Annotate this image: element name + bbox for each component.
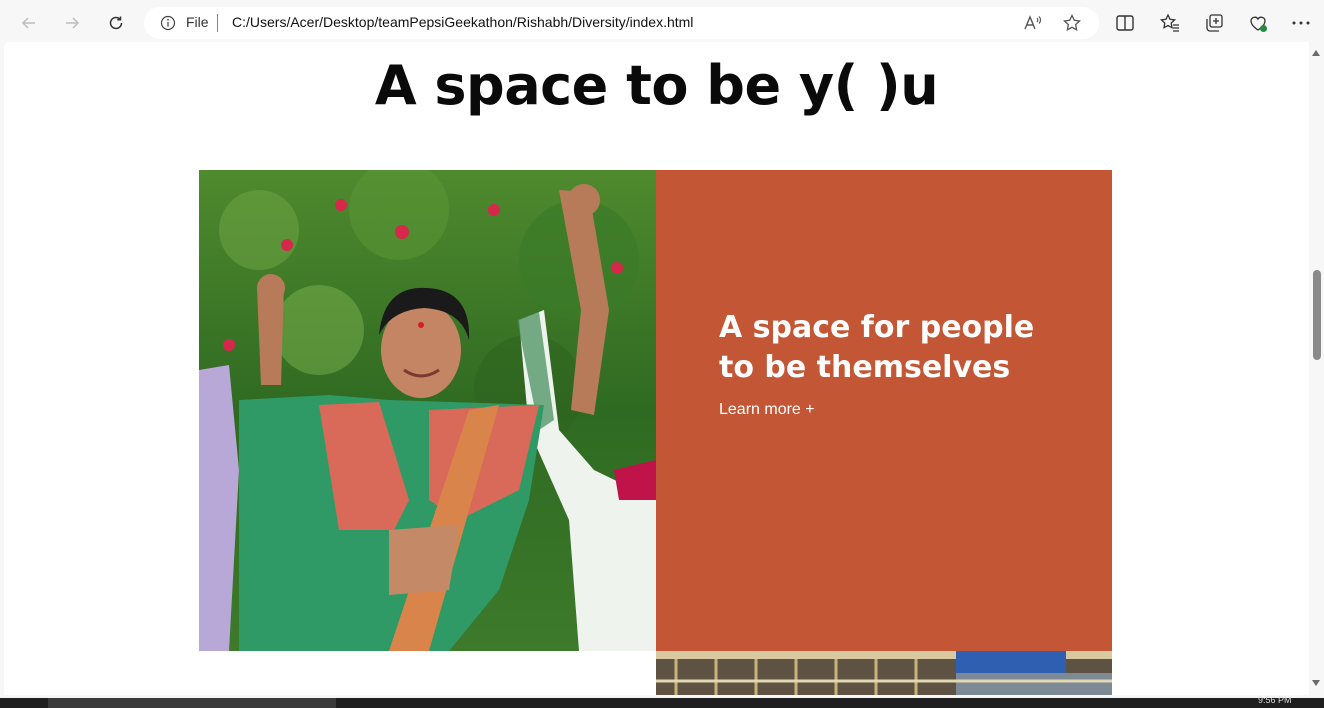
- split-screen-icon: [1116, 15, 1134, 31]
- favorites-icon: [1159, 13, 1179, 32]
- feature-panel: A space for people to be themselves Lear…: [656, 170, 1112, 651]
- back-button[interactable]: [14, 8, 44, 38]
- read-aloud-icon[interactable]: [1022, 13, 1042, 33]
- browser-toolbar: File C:/Users/Acer/Desktop/teamPepsiGeek…: [0, 0, 1324, 46]
- scroll-up-arrow-icon[interactable]: [1312, 50, 1320, 56]
- browser-essentials-button[interactable]: [1247, 12, 1269, 34]
- address-scheme-label: File: [186, 14, 209, 30]
- taskbar-clock: 9:56 PM: [1258, 695, 1292, 705]
- scroll-thumb[interactable]: [1313, 270, 1321, 360]
- page-headline: A space to be y( )u: [374, 54, 939, 117]
- more-button[interactable]: [1290, 12, 1312, 34]
- hero-photo: [199, 170, 656, 651]
- url-text[interactable]: C:/Users/Acer/Desktop/teamPepsiGeekathon…: [232, 14, 693, 30]
- page-viewport: A space to be y( )u A space for people t…: [4, 42, 1309, 695]
- collections-icon: [1206, 14, 1223, 32]
- info-icon[interactable]: [160, 15, 176, 31]
- browser-essentials-icon: [1250, 16, 1267, 32]
- scroll-down-arrow-icon[interactable]: [1312, 680, 1320, 686]
- refresh-button[interactable]: [101, 8, 131, 38]
- feature-title: A space for people to be themselves: [719, 310, 1035, 385]
- forward-button[interactable]: [57, 8, 87, 38]
- address-bar[interactable]: File C:/Users/Acer/Desktop/teamPepsiGeek…: [144, 7, 1099, 39]
- building-photo: [656, 651, 1112, 695]
- secondary-photo: [656, 651, 1112, 695]
- split-screen-button[interactable]: [1114, 12, 1136, 34]
- favorite-star-icon[interactable]: [1062, 13, 1082, 33]
- back-icon: [21, 17, 35, 29]
- page-scrollbar[interactable]: [1309, 46, 1324, 695]
- taskbar-app-button[interactable]: [48, 698, 336, 708]
- learn-more-link[interactable]: Learn more +: [719, 401, 815, 419]
- favorites-button[interactable]: [1159, 12, 1181, 34]
- taskbar: 9:56 PM: [0, 695, 1324, 708]
- address-divider: [217, 14, 218, 32]
- collections-button[interactable]: [1203, 12, 1225, 34]
- forward-icon: [66, 17, 80, 29]
- woman-celebrating-photo: [199, 170, 656, 651]
- more-icon: [1292, 21, 1310, 25]
- refresh-icon: [109, 16, 123, 30]
